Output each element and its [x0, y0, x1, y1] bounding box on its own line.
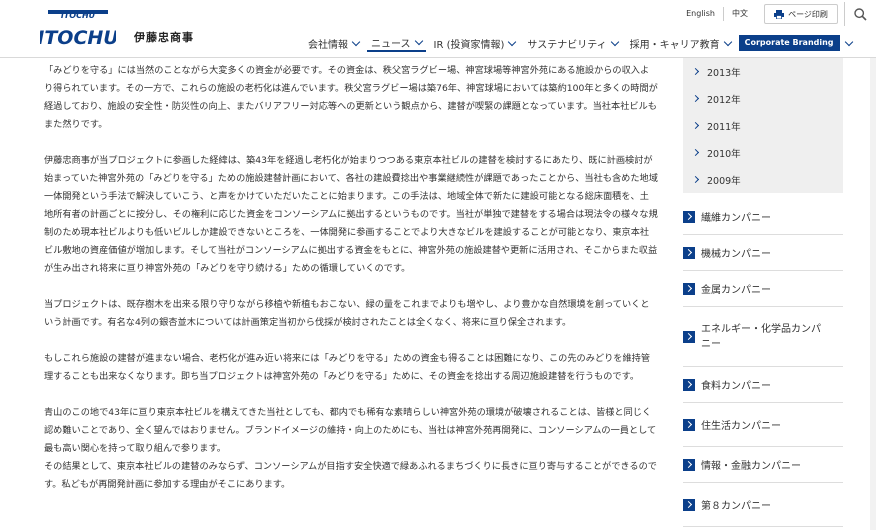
company-link-8th[interactable]: 第８カンパニー: [683, 483, 843, 527]
chevron-down-icon: [723, 37, 732, 46]
company-link-ict-financial[interactable]: 情報・金融カンパニー: [683, 447, 843, 483]
company-link-general-products[interactable]: 住生活カンパニー: [683, 403, 843, 447]
year-link[interactable]: 2011年: [683, 112, 843, 139]
chevron-down-icon[interactable]: [844, 37, 853, 46]
lang-english-link[interactable]: English: [678, 7, 723, 21]
company-label: 第８カンパニー: [701, 501, 771, 512]
year-label: 2009年: [707, 175, 741, 187]
year-link[interactable]: 2010年: [683, 139, 843, 166]
print-label: ページ印刷: [788, 9, 828, 19]
year-label: 2010年: [707, 148, 741, 160]
utility-bar: English 中文 ページ印刷: [678, 2, 876, 26]
chevron-right-icon: [691, 121, 700, 130]
year-link[interactable]: 2009年: [683, 166, 843, 193]
sidebar: 2013年 2012年 2011年 2010年 2009年 繊維カンパニー 機械…: [683, 58, 843, 530]
company-link-food[interactable]: 食料カンパニー: [683, 367, 843, 403]
nav-label: 会社情報: [308, 39, 348, 51]
year-link[interactable]: 2013年: [683, 58, 843, 85]
nav-label: 採用・キャリア教育: [629, 39, 720, 51]
year-archive-list: 2013年 2012年 2011年 2010年 2009年: [683, 58, 843, 193]
company-label: 食料カンパニー: [701, 381, 771, 392]
arrow-box-icon: [683, 210, 695, 223]
company-label: 情報・金融カンパニー: [701, 461, 801, 472]
nav-label: サステナビリティ: [527, 39, 607, 51]
nav-careers[interactable]: 採用・キャリア教育: [626, 34, 735, 52]
company-label: エネルギー・化学品カンパニー: [701, 323, 821, 350]
nav-label: IR (投資家情報): [433, 39, 505, 51]
nav-ir[interactable]: IR (投資家情報): [430, 34, 520, 52]
chevron-down-icon: [351, 37, 361, 46]
arrow-box-icon: [683, 330, 695, 343]
print-page-button[interactable]: ページ印刷: [764, 4, 838, 24]
arrow-box-icon: [683, 458, 695, 471]
logo-mark-icon: ITOCHU ITOCHU: [40, 10, 116, 48]
company-label: 住生活カンパニー: [701, 421, 781, 432]
arrow-box-icon: [683, 378, 695, 391]
company-link-machinery[interactable]: 機械カンパニー: [683, 235, 843, 271]
article-paragraph: 当プロジェクトは、既存樹木を出来る限り守りながら移植や新植もおこない、緑の量をこ…: [44, 299, 650, 328]
article-paragraph: 「みどりを守る」には当然のことながら大変多くの資金が必要です。その資金は、秩父宮…: [44, 65, 658, 130]
arrow-box-icon: [683, 282, 695, 295]
global-nav: 会社情報 ニュース IR (投資家情報) サステナビリティ 採用・キャリア教育 …: [304, 34, 853, 52]
year-label: 2011年: [707, 121, 741, 133]
year-link[interactable]: 2012年: [683, 85, 843, 112]
company-label: 繊維カンパニー: [701, 213, 771, 224]
chevron-down-icon: [610, 37, 619, 46]
svg-text:ITOCHU: ITOCHU: [61, 11, 96, 20]
chevron-right-icon: [691, 175, 700, 184]
itochu-logo[interactable]: ITOCHU ITOCHU: [40, 8, 116, 48]
printer-icon: [774, 9, 785, 19]
chevron-right-icon: [691, 67, 700, 76]
lang-chinese-link[interactable]: 中文: [723, 7, 756, 21]
company-link-metals[interactable]: 金属カンパニー: [683, 271, 843, 307]
article-paragraph: 伊藤忠商事が当プロジェクトに参画した経緯は、築43年を経過し老朽化が始まりつつあ…: [44, 155, 658, 274]
year-label: 2013年: [707, 67, 741, 79]
year-label: 2012年: [707, 94, 741, 106]
nav-company-info[interactable]: 会社情報: [304, 34, 363, 52]
site-header: ITOCHU ITOCHU 伊藤忠商事 English 中文 ページ印刷 会社情…: [0, 0, 876, 58]
company-label: 金属カンパニー: [701, 285, 771, 296]
company-link-energy-chemicals[interactable]: エネルギー・化学品カンパニー: [683, 307, 843, 367]
arrow-box-icon: [683, 418, 695, 431]
company-link-textile[interactable]: 繊維カンパニー: [683, 199, 843, 235]
nav-label: ニュース: [371, 38, 411, 50]
article-paragraph: もしこれら施設の建替が進まない場合、老朽化が進み近い将来には「みどりを守る」ため…: [44, 353, 651, 382]
article-body: 「みどりを守る」には当然のことながら大変多くの資金が必要です。その資金は、秩父宮…: [44, 62, 658, 494]
nav-news[interactable]: ニュース: [367, 34, 426, 52]
arrow-box-icon: [683, 246, 695, 259]
company-label: 機械カンパニー: [701, 249, 771, 260]
logo-japanese-name: 伊藤忠商事: [134, 31, 194, 44]
chevron-down-icon: [508, 37, 517, 46]
article-paragraph: 青山のこの地で43年に亘り東京本社ビルを構えてきた当社としても、都内でも稀有な素…: [44, 407, 657, 454]
chevron-down-icon: [414, 36, 423, 45]
page-scrollbar[interactable]: [870, 58, 876, 530]
nav-sustainability[interactable]: サステナビリティ: [523, 34, 621, 52]
chevron-right-icon: [691, 94, 700, 103]
svg-text:ITOCHU: ITOCHU: [40, 27, 116, 48]
search-icon: [854, 7, 867, 21]
search-button[interactable]: [844, 2, 876, 26]
arrow-box-icon: [683, 498, 695, 511]
chevron-right-icon: [691, 148, 700, 157]
corporate-branding-button[interactable]: Corporate Branding: [738, 35, 840, 51]
article-paragraph: その結果として、東京本社ビルの建替のみならず、コンソーシアムが目指す安全快適で緑…: [44, 461, 657, 490]
